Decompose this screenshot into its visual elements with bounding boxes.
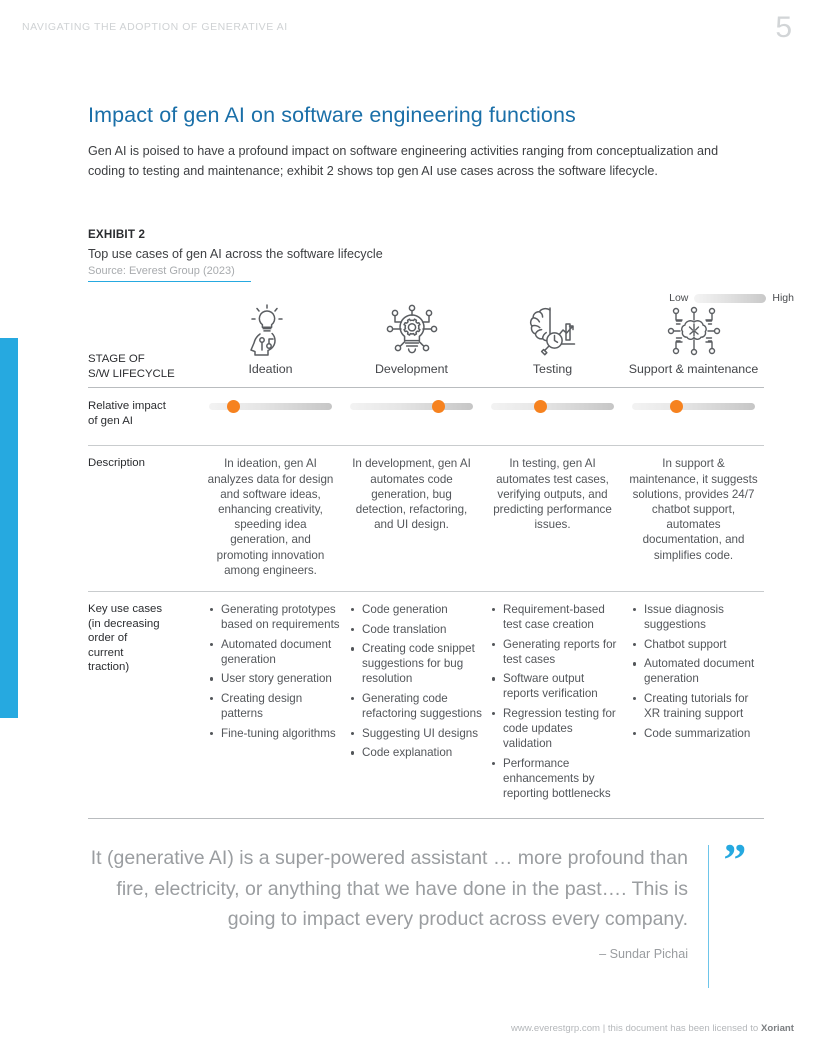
- row-label-description: Description: [88, 457, 145, 470]
- stage-name: Support & maintenance: [628, 362, 759, 377]
- page-content: Impact of gen AI on software engineering…: [88, 0, 764, 819]
- use-case-list: Issue diagnosis suggestions Chatbot suppo…: [623, 602, 764, 741]
- pullquote-text: It (generative AI) is a super-powered as…: [90, 847, 688, 930]
- left-accent-bar: [0, 338, 18, 718]
- pullquote-divider: [708, 845, 710, 988]
- impact-cell-development: [341, 387, 482, 447]
- use-case-list: Code generation Code translation Creating …: [341, 602, 482, 760]
- use-case-item: Generating code refactoring suggestions: [351, 691, 482, 721]
- impact-slider[interactable]: [632, 400, 755, 414]
- brain-network-icon: [623, 304, 764, 356]
- document-page: NAVIGATING THE ADOPTION OF GENERATIVE AI…: [0, 0, 816, 1056]
- use-case-item: Generating prototypes based on requireme…: [210, 602, 341, 632]
- table-row-relative-impact: Relative impact of gen AI: [88, 387, 764, 447]
- exhibit-header: EXHIBIT 2 Top use cases of gen AI across…: [88, 228, 764, 283]
- use-case-item: Generating reports for test cases: [492, 637, 623, 667]
- use-case-item: Creating tutorials for XR training suppo…: [633, 691, 764, 721]
- use-case-item: Code summarization: [633, 726, 764, 741]
- source-underline: [88, 281, 251, 283]
- use-case-list: Generating prototypes based on requireme…: [200, 602, 341, 741]
- use-case-list: Requirement-based test case creation Gene…: [482, 602, 623, 801]
- use-cases-cell-testing: Requirement-based test case creation Gene…: [482, 591, 623, 819]
- impact-slider-dot: [533, 400, 547, 414]
- row-label-uses-line1: Key use cases: [88, 603, 163, 616]
- use-cases-cell-support: Issue diagnosis suggestions Chatbot suppo…: [623, 591, 764, 819]
- use-cases-cell-ideation: Generating prototypes based on requireme…: [200, 591, 341, 819]
- description-cell-development: In development, gen AI automates code ge…: [341, 445, 482, 593]
- legend-label-high: High: [772, 292, 794, 304]
- page-title: Impact of gen AI on software engineering…: [88, 103, 576, 127]
- stage-cell-testing: Testing: [482, 304, 623, 389]
- impact-slider-dot: [669, 400, 683, 414]
- legend-gradient-bar: [694, 293, 767, 303]
- use-case-item: Code translation: [351, 622, 482, 637]
- use-case-item: Fine-tuning algorithms: [210, 726, 341, 741]
- description-cell-support: In support & maintenance, it suggests so…: [623, 445, 764, 593]
- impact-cell-support: [623, 387, 764, 447]
- page-number: 5: [775, 11, 792, 44]
- pullquote-body: It (generative AI) is a super-powered as…: [88, 843, 708, 988]
- table-row-description: Description In ideation, gen AI analyzes…: [88, 445, 764, 593]
- footer-licensee: Xoriant: [760, 1023, 794, 1034]
- use-case-item: User story generation: [210, 671, 341, 686]
- impact-cell-testing: [482, 387, 623, 447]
- lightbulb-gear-circuit-icon: [341, 304, 482, 356]
- stage-name: Development: [374, 362, 448, 377]
- use-case-item: Automated document generation: [633, 656, 764, 686]
- stage-cell-support: Support & maintenance: [623, 304, 764, 389]
- row-label-uses-line4: current: [88, 646, 124, 659]
- use-case-item: Issue diagnosis suggestions: [633, 602, 764, 632]
- lightbulb-head-icon: [200, 304, 341, 357]
- impact-slider[interactable]: [209, 400, 332, 414]
- row-label-stage-line1: STAGE OF: [88, 353, 145, 366]
- stage-cell-ideation: Ideation: [200, 304, 341, 389]
- impact-slider-dot: [227, 400, 241, 414]
- use-case-item: Code generation: [351, 602, 482, 617]
- legend-label-low: Low: [669, 292, 689, 304]
- impact-legend: Low High: [669, 292, 794, 304]
- pullquote: It (generative AI) is a super-powered as…: [88, 834, 764, 988]
- row-label-stage-line2: S/W LIFECYCLE: [88, 367, 175, 380]
- quotation-mark-icon: ”: [723, 834, 746, 885]
- stage-cell-development: Development: [341, 304, 482, 389]
- use-case-item: Software output reports verification: [492, 671, 623, 701]
- row-label-uses-line5: traction): [88, 661, 130, 674]
- row-label-uses-line3: order of: [88, 632, 128, 645]
- use-case-item: Creating design patterns: [210, 691, 341, 721]
- row-label-impact-line1: Relative impact: [88, 400, 166, 413]
- use-case-item: Chatbot support: [633, 637, 764, 652]
- use-cases-cell-development: Code generation Code translation Creating …: [341, 591, 482, 819]
- use-case-item: Regression testing for code updates vali…: [492, 706, 623, 751]
- row-label-uses-line2: (in decreasing: [88, 617, 160, 630]
- exhibit-table: STAGE OF S/W LIFECYCLE Ideation Developm…: [88, 304, 764, 819]
- impact-cell-ideation: [200, 387, 341, 447]
- use-case-item: Automated document generation: [210, 637, 341, 667]
- intro-paragraph: Gen AI is poised to have a profound impa…: [88, 144, 719, 178]
- impact-slider-dot: [432, 400, 446, 414]
- use-case-item: Requirement-based test case creation: [492, 602, 623, 632]
- stage-name: Testing: [532, 362, 573, 377]
- table-row-stages: STAGE OF S/W LIFECYCLE Ideation Developm…: [88, 304, 764, 389]
- exhibit-label: EXHIBIT 2: [88, 228, 146, 241]
- exhibit-source-block: Source: Everest Group (2023): [88, 265, 251, 283]
- table-row-key-use-cases: Key use cases (in decreasing order of cu…: [88, 591, 764, 819]
- use-case-item: Code explanation: [351, 745, 482, 760]
- impact-slider[interactable]: [491, 400, 614, 414]
- use-case-item: Suggesting UI designs: [351, 726, 482, 741]
- use-case-item: Performance enhancements by reporting bo…: [492, 756, 623, 801]
- description-cell-testing: In testing, gen AI automates test cases,…: [482, 445, 623, 593]
- stage-name: Ideation: [248, 362, 293, 377]
- exhibit-source: Source: Everest Group (2023): [88, 265, 235, 277]
- brain-magnifier-chart-icon: [482, 304, 623, 356]
- exhibit-title: Top use cases of gen AI across the softw…: [88, 247, 383, 261]
- description-cell-ideation: In ideation, gen AI analyzes data for de…: [200, 445, 341, 593]
- row-label-impact-line2: of gen AI: [88, 414, 133, 427]
- footer-text: www.everestgrp.com | this document has b…: [511, 1023, 761, 1034]
- impact-slider[interactable]: [350, 400, 473, 414]
- pullquote-attribution: – Sundar Pichai: [599, 946, 688, 961]
- page-footer: www.everestgrp.com | this document has b…: [511, 1023, 794, 1034]
- use-case-item: Creating code snippet suggestions for bu…: [351, 641, 482, 686]
